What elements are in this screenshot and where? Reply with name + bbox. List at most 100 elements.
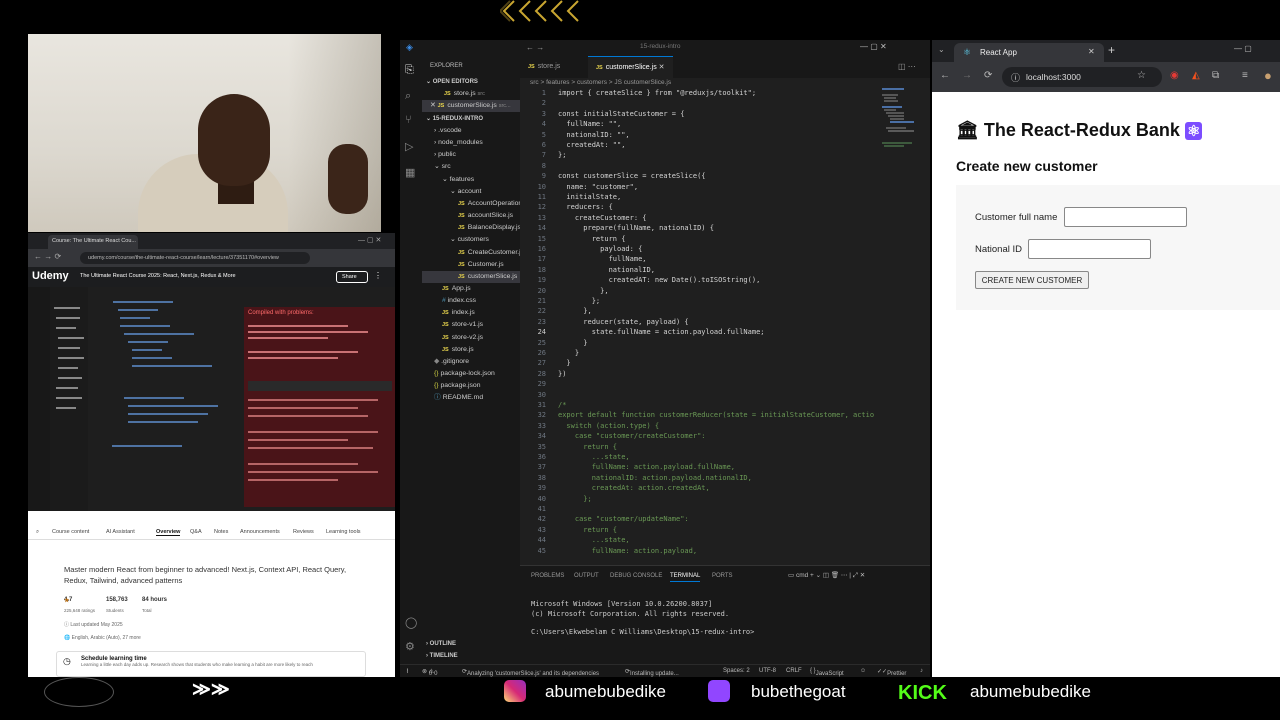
code-line[interactable]: 28}) [520,369,930,379]
code-line[interactable]: 41 [520,504,930,514]
more-icon[interactable]: ⋮ [374,271,382,280]
code-line[interactable]: 18 nationalID, [520,265,930,275]
explorer-item[interactable]: ⌄ account [450,186,481,198]
explorer-item[interactable]: JS store-v2.js [442,332,483,344]
bookmark-star-icon[interactable]: ☆ [1137,70,1146,81]
nav-arrows-icon[interactable]: ← → [526,43,544,52]
terminal-prompt[interactable]: C:\Users\Ekwebelam C Williams\Desktop\15… [531,628,754,636]
code-line[interactable]: 33 switch (action.type) { [520,421,930,431]
tab-overview[interactable]: Overview [156,529,181,536]
full-name-input[interactable] [1064,207,1187,227]
files-icon[interactable]: ⎘ [405,64,414,77]
open-editor-store[interactable]: JS store.js src [444,88,485,100]
explorer-item[interactable]: ⌄ features [442,174,474,186]
eol-status[interactable]: CRLF [786,668,802,674]
code-line[interactable]: 34 case "customer/createCustomer": [520,431,930,441]
language-status[interactable]: { } JavaScript [810,668,844,677]
code-line[interactable]: 39 createdAt: action.createdAt, [520,483,930,493]
code-line[interactable]: 32 export default function customerReduce… [520,410,930,420]
code-line[interactable]: 1 import { createSlice } from "@reduxjs/t… [520,88,930,98]
code-area[interactable]: 1 import { createSlice } from "@reduxjs/t… [520,88,930,558]
code-line[interactable]: 38 nationalID: action.payload.nationalID… [520,473,930,483]
tab-announcements[interactable]: Announcements [240,529,280,535]
explorer-item[interactable]: JS accountSlice.js [458,210,513,222]
project-header[interactable]: ⌄ 15-REDUX-INTRO [426,113,483,125]
explorer-item[interactable]: JS store.js [442,344,474,356]
run-debug-icon[interactable]: ▷ [405,140,413,153]
explorer-item[interactable]: JS customerSlice.js [422,270,520,283]
code-line[interactable]: 2 [520,98,930,108]
window-title[interactable]: 15-redux-intro [640,43,680,50]
editor-tab-store[interactable]: JS store.js [520,56,568,78]
split-editor-icon[interactable]: ◫ ⋯ [898,62,916,71]
explorer-item[interactable]: › node_modules [434,137,483,149]
code-line[interactable]: 21 }; [520,296,930,306]
code-line[interactable]: 45 fullName: action.payload, [520,546,930,556]
source-control-icon[interactable]: ⑂ [405,114,412,126]
code-line[interactable]: 11 initialState, [520,192,930,202]
copilot-icon[interactable]: ☺ [860,668,866,674]
code-line[interactable]: 40 }; [520,494,930,504]
reload-icon[interactable]: ⟳ [984,70,992,81]
explorer-item[interactable]: ⌄ customers [450,234,489,246]
tab-notes[interactable]: Notes [214,529,228,535]
nav-arrows-icon[interactable]: ← → ⟳ [34,252,61,261]
extensions-icon[interactable]: ▦ [405,166,415,179]
tab-list-icon[interactable]: ⌄ [938,45,945,54]
udemy-url[interactable]: udemy.com/course/the-ultimate-react-cour… [80,252,310,264]
code-line[interactable]: 44 ...state, [520,535,930,545]
explorer-item[interactable]: › .vscode [434,125,462,137]
indent-status[interactable]: Spaces: 2 [723,668,750,674]
explorer-item[interactable]: ◆ .gitignore [434,356,469,368]
share-button[interactable]: Share [336,271,368,283]
extension-icon[interactable]: ◭ [1192,70,1200,81]
code-line[interactable]: 16 payload: { [520,244,930,254]
menu-icon[interactable]: ≡ [1242,70,1248,81]
explorer-item[interactable]: JS App.js [442,283,471,295]
code-line[interactable]: 22 }, [520,306,930,316]
schedule-learning-card[interactable]: ◷ Schedule learning time Learning a litt… [56,651,366,677]
panel-tab-output[interactable]: OUTPUT [574,573,599,579]
code-line[interactable]: 4 fullName: "", [520,119,930,129]
outline-header[interactable]: › OUTLINE [426,638,456,650]
national-id-input[interactable] [1028,239,1151,259]
open-editors-header[interactable]: ⌄ OPEN EDITORS [426,76,478,88]
code-line[interactable]: 29 [520,379,930,389]
code-line[interactable]: 35 return { [520,442,930,452]
code-line[interactable]: 20 }, [520,286,930,296]
explorer-item[interactable]: ⓘ README.md [434,392,483,404]
terminal-shell[interactable]: ▭ cmd + ⌄ ◫ 🗑 ⋯ | ⤢ ✕ [788,571,865,580]
udemy-tab[interactable]: Course: The Ultimate React Cou... [48,235,138,249]
code-line[interactable]: 31 /* [520,400,930,410]
window-controls-icon[interactable]: — ▢ ✕ [358,236,381,244]
code-line[interactable]: 37 fullName: action.payload.fullName, [520,462,930,472]
code-line[interactable]: 10 name: "customer", [520,182,930,192]
explorer-item[interactable]: JS index.js [442,307,475,319]
code-line[interactable]: 15 return { [520,234,930,244]
code-line[interactable]: 9 const customerSlice = createSlice({ [520,171,930,181]
code-line[interactable]: 30 [520,390,930,400]
tab-reviews[interactable]: Reviews [293,529,314,535]
timeline-header[interactable]: › TIMELINE [426,650,458,662]
code-line[interactable]: 23 reducer(state, payload) { [520,317,930,327]
code-line[interactable]: 12 reducers: { [520,202,930,212]
code-line[interactable]: 19 createdAT: new Date().toISOString(), [520,275,930,285]
window-controls-icon[interactable]: — ▢ [1234,44,1252,53]
code-line[interactable]: 26 } [520,348,930,358]
encoding-status[interactable]: UTF-8 [759,668,776,674]
extension-icon[interactable]: ◉ [1170,70,1179,81]
settings-gear-icon[interactable]: ⚙ [405,640,415,653]
extensions-puzzle-icon[interactable]: ⧉ [1212,70,1219,81]
tab-qa[interactable]: Q&A [190,529,202,535]
lecture-video[interactable]: Compiled with problems: [28,287,395,511]
breadcrumb[interactable]: src > features > customers > JS customer… [530,79,671,86]
explorer-item[interactable]: {} package-lock.json [434,368,495,380]
explorer-item[interactable]: # index.css [442,295,476,307]
explorer-item[interactable]: JS store-v1.js [442,319,483,331]
explorer-item[interactable]: JS Customer.js [458,259,504,271]
editor-tab-customerslice[interactable]: JS customerSlice.js ✕ [588,56,673,78]
back-icon[interactable]: ← [940,70,950,81]
explorer-item[interactable]: JS CreateCustomer.js [458,247,524,259]
explorer-item[interactable]: JS BalanceDisplay.js [458,222,521,234]
explorer-item[interactable]: JS AccountOperation... [458,198,528,210]
